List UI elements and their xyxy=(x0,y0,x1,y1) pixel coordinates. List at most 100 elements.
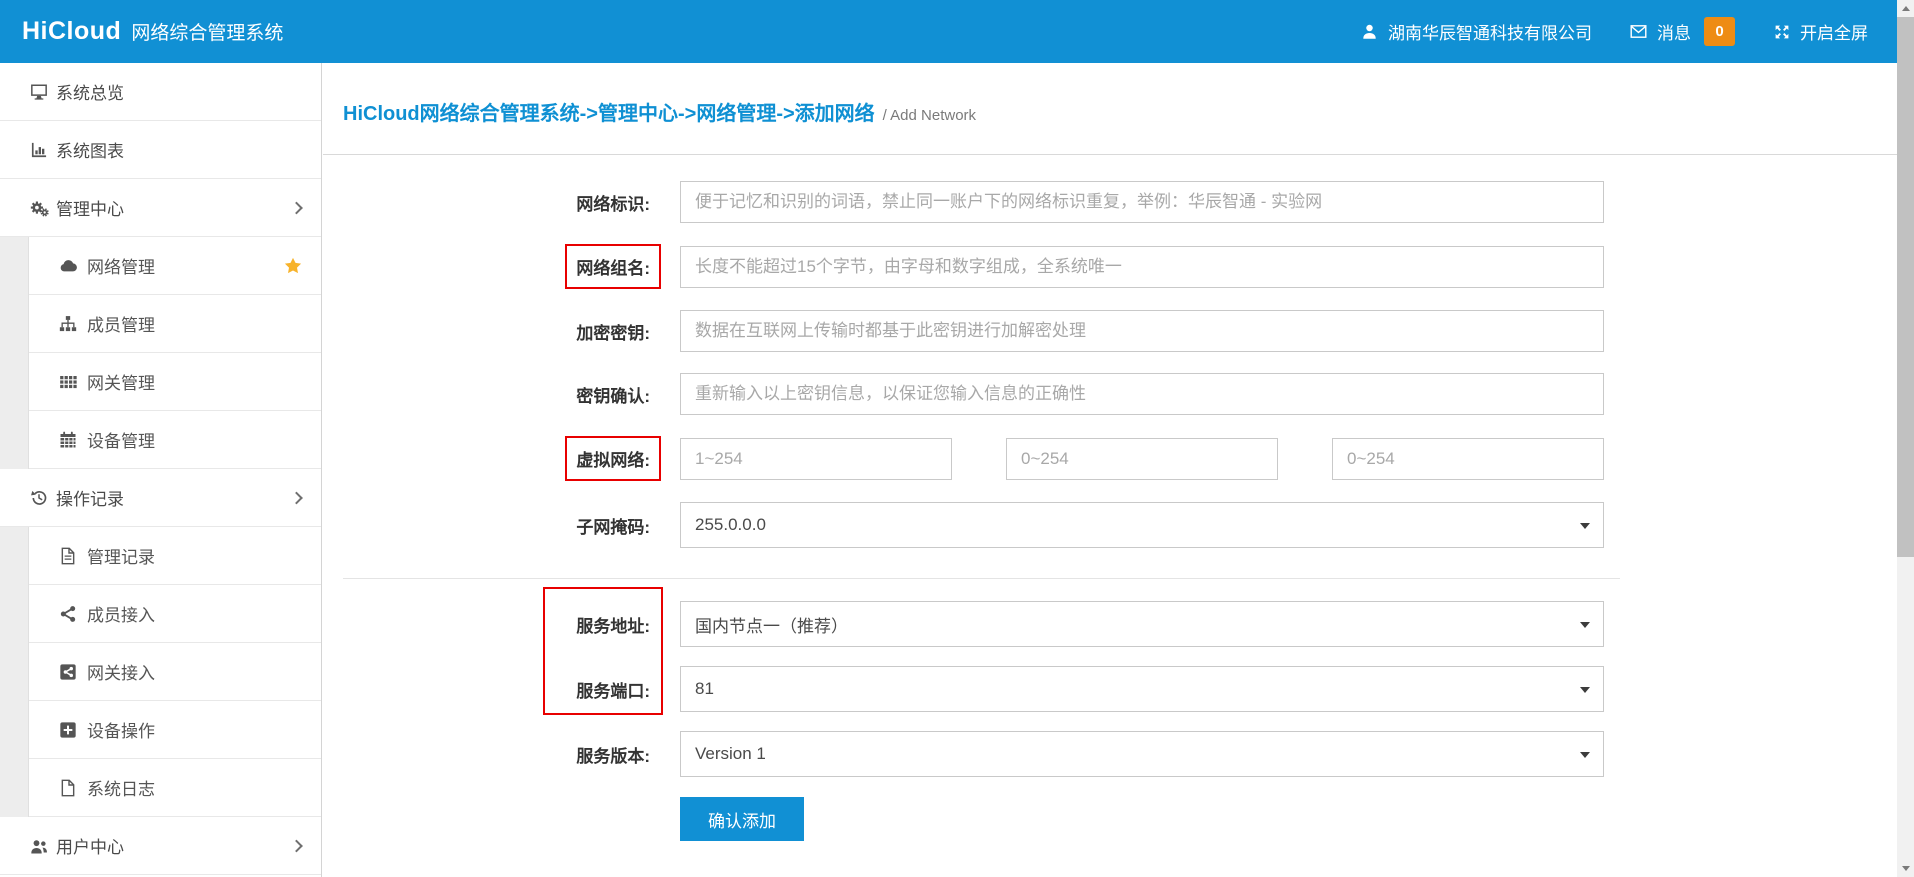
network-group-name-input[interactable] xyxy=(680,246,1604,288)
sidebar-item-system-charts[interactable]: 系统图表 xyxy=(0,121,321,179)
user-icon xyxy=(1359,21,1380,42)
sidebar-item-gateway-access[interactable]: 网关接入 xyxy=(0,643,321,701)
red-highlight-box: 虚拟网络: xyxy=(565,436,661,481)
share-icon xyxy=(57,603,78,624)
form-row-service-version: 服务版本: Version 1 xyxy=(343,731,1914,777)
add-network-form: 网络标识: 网络组名: 加密密钥: 密钥确认: 虚拟网络: 子网掩码: xyxy=(323,155,1914,841)
sidebar-item-label: 成员接入 xyxy=(87,601,155,626)
virtual-network-octet3-input[interactable] xyxy=(1332,438,1604,480)
sidebar-item-member-access[interactable]: 成员接入 xyxy=(0,585,321,643)
triangle-down-icon xyxy=(1902,866,1910,871)
select-value: 国内节点一（推荐） xyxy=(695,612,848,637)
select-value: 255.0.0.0 xyxy=(695,515,766,535)
confirm-add-button[interactable]: 确认添加 xyxy=(680,797,804,841)
company-name: 湖南华辰智通科技有限公司 xyxy=(1388,19,1592,44)
form-row-key-confirm: 密钥确认: xyxy=(343,373,1914,415)
triangle-up-icon xyxy=(1902,6,1910,11)
calendar-icon xyxy=(57,429,78,450)
sidebar-item-label: 网关接入 xyxy=(87,659,155,684)
scroll-up-button[interactable] xyxy=(1897,0,1914,17)
sidebar-item-label: 成员管理 xyxy=(87,311,155,336)
section-divider xyxy=(343,578,1620,579)
field-label: 加密密钥: xyxy=(343,319,650,344)
chevron-right-icon xyxy=(290,839,303,852)
chevron-right-icon xyxy=(290,491,303,504)
sidebar-item-member-management[interactable]: 成员管理 xyxy=(0,295,321,353)
service-version-select[interactable]: Version 1 xyxy=(680,731,1604,777)
field-label-highlighted: 虚拟网络: xyxy=(343,436,650,481)
grid-icon xyxy=(57,371,78,392)
field-label: 服务地址: xyxy=(343,612,650,637)
share-square-icon xyxy=(57,661,78,682)
sidebar-item-gateway-management[interactable]: 网关管理 xyxy=(0,353,321,411)
key-confirm-input[interactable] xyxy=(680,373,1604,415)
form-row-encryption-key: 加密密钥: xyxy=(343,310,1914,352)
fullscreen-icon xyxy=(1771,21,1792,42)
field-label: 网络标识: xyxy=(343,190,650,215)
sidebar-item-system-logs[interactable]: 系统日志 xyxy=(0,759,321,817)
main-content: HiCloud网络综合管理系统->管理中心->网络管理->添加网络 / Add … xyxy=(323,63,1914,877)
encryption-key-input[interactable] xyxy=(680,310,1604,352)
sidebar-item-operation-records[interactable]: 操作记录 xyxy=(0,469,321,527)
caret-down-icon xyxy=(1580,752,1590,758)
messages-count-badge: 0 xyxy=(1704,17,1735,46)
caret-down-icon xyxy=(1580,687,1590,693)
app-title: 网络综合管理系统 xyxy=(131,18,283,45)
desktop-icon xyxy=(28,81,49,102)
sidebar-item-label: 设备管理 xyxy=(87,427,155,452)
virtual-network-octet1-input[interactable] xyxy=(680,438,952,480)
favorite-star-icon[interactable] xyxy=(283,256,303,276)
breadcrumb-secondary: / Add Network xyxy=(883,107,976,124)
fullscreen-toggle[interactable]: 开启全屏 xyxy=(1771,19,1868,44)
red-highlight-box: 网络组名: xyxy=(565,244,661,289)
form-row-network-group-name: 网络组名: xyxy=(343,244,1914,289)
scrollbar-thumb[interactable] xyxy=(1897,17,1914,557)
submit-row: 确认添加 xyxy=(680,797,1914,841)
sidebar-item-label: 网关管理 xyxy=(87,369,155,394)
select-value: 81 xyxy=(695,679,714,699)
caret-down-icon xyxy=(1580,622,1590,628)
virtual-network-octet2-input[interactable] xyxy=(1006,438,1278,480)
caret-down-icon xyxy=(1580,523,1590,529)
cloud-icon xyxy=(57,255,78,276)
form-row-service-port: 服务端口: 81 xyxy=(343,666,1914,712)
envelope-icon xyxy=(1628,21,1649,42)
chevron-right-icon xyxy=(290,201,303,214)
field-label-highlighted: 网络组名: xyxy=(343,244,650,289)
service-address-select[interactable]: 国内节点一（推荐） xyxy=(680,601,1604,647)
select-value: Version 1 xyxy=(695,744,766,764)
sidebar-item-label: 管理中心 xyxy=(56,195,124,220)
account-menu[interactable]: 湖南华辰智通科技有限公司 xyxy=(1359,19,1592,44)
form-row-virtual-network: 虚拟网络: xyxy=(343,436,1914,481)
plus-square-icon xyxy=(57,719,78,740)
sitemap-icon xyxy=(57,313,78,334)
form-row-service-address: 服务地址: 国内节点一（推荐） xyxy=(343,601,1914,647)
sidebar-item-user-center[interactable]: 用户中心 xyxy=(0,817,321,875)
network-id-input[interactable] xyxy=(680,181,1604,223)
topbar-right: 湖南华辰智通科技有限公司 消息 0 开启全屏 xyxy=(1359,17,1868,46)
form-row-subnet-mask: 子网掩码: 255.0.0.0 xyxy=(343,502,1914,548)
service-port-select[interactable]: 81 xyxy=(680,666,1604,712)
sidebar-item-admin-records[interactable]: 管理记录 xyxy=(0,527,321,585)
gears-icon xyxy=(28,197,49,218)
messages-menu[interactable]: 消息 0 xyxy=(1628,17,1735,46)
field-label: 子网掩码: xyxy=(343,513,650,538)
sidebar-item-system-overview[interactable]: 系统总览 xyxy=(0,63,321,121)
sidebar-item-label: 管理记录 xyxy=(87,543,155,568)
sidebar-item-admin-center[interactable]: 管理中心 xyxy=(0,179,321,237)
vertical-scrollbar[interactable] xyxy=(1897,0,1914,877)
sidebar-item-device-management[interactable]: 设备管理 xyxy=(0,411,321,469)
scroll-down-button[interactable] xyxy=(1897,860,1914,877)
sidebar-item-device-operations[interactable]: 设备操作 xyxy=(0,701,321,759)
sidebar-item-network-management[interactable]: 网络管理 xyxy=(0,237,321,295)
sidebar-item-label: 用户中心 xyxy=(56,833,124,858)
field-label: 服务版本: xyxy=(343,742,650,767)
subnet-mask-select[interactable]: 255.0.0.0 xyxy=(680,502,1604,548)
sidebar-item-label: 网络管理 xyxy=(87,253,155,278)
form-row-network-id: 网络标识: xyxy=(343,181,1914,223)
file-text-icon xyxy=(57,545,78,566)
fullscreen-label: 开启全屏 xyxy=(1800,19,1868,44)
field-label: 密钥确认: xyxy=(343,382,650,407)
sidebar-item-label: 设备操作 xyxy=(87,717,155,742)
breadcrumb[interactable]: HiCloud网络综合管理系统->管理中心->网络管理->添加网络 xyxy=(343,97,875,126)
